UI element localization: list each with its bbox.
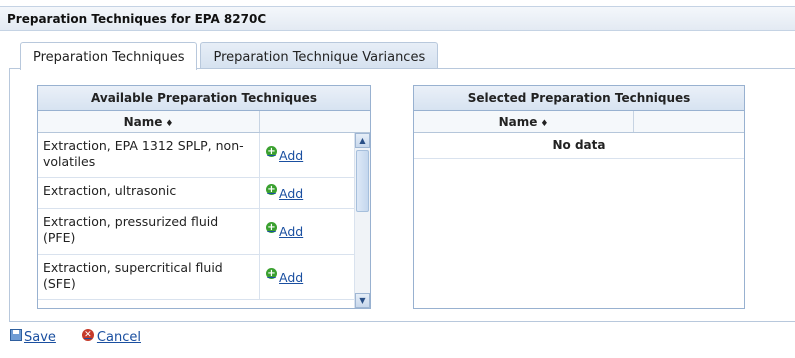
plus-circle-icon: + — [266, 267, 277, 279]
available-name-column-header[interactable]: Name ♦ — [38, 111, 260, 132]
selected-grid: Selected Preparation Techniques Name ♦ No… — [413, 85, 745, 309]
row-action: + Add — [260, 255, 303, 299]
row-name: Extraction, EPA 1312 SPLP, non-volatiles — [38, 133, 260, 177]
chevron-down-icon[interactable]: ▼ — [355, 293, 370, 308]
add-link[interactable]: + Add — [266, 267, 304, 285]
tab-preparation-technique-variances[interactable]: Preparation Technique Variances — [200, 42, 439, 69]
add-link[interactable]: + Add — [266, 222, 304, 239]
row-name: Extraction, pressurized fluid (PFE) — [38, 209, 260, 254]
cancel-button[interactable]: ✕ Cancel — [81, 328, 141, 345]
selected-action-column-header — [634, 111, 744, 132]
available-action-column-header — [260, 111, 370, 132]
table-row: Extraction, supercritical fluid (SFE) + A… — [38, 255, 370, 300]
column-header-label: Name — [123, 115, 163, 129]
tab-strip: Preparation Techniques Preparation Techn… — [20, 42, 441, 70]
available-rows: Extraction, EPA 1312 SPLP, non-volatiles… — [38, 133, 370, 308]
selected-grid-title: Selected Preparation Techniques — [414, 86, 744, 111]
table-row: Extraction, pressurized fluid (PFE) + Add — [38, 209, 370, 255]
tab-content: Available Preparation Techniques Name ♦ E… — [9, 68, 795, 322]
cancel-label: Cancel — [96, 330, 141, 345]
floppy-disk-icon — [10, 328, 22, 341]
save-label: Save — [24, 330, 56, 345]
table-row: Extraction, EPA 1312 SPLP, non-volatiles… — [38, 133, 370, 178]
sort-icon: ♦ — [540, 119, 549, 129]
add-link[interactable]: + Add — [266, 183, 304, 201]
x-circle-icon: ✕ — [81, 328, 94, 341]
tab-preparation-techniques[interactable]: Preparation Techniques — [20, 42, 198, 70]
chevron-up-icon[interactable]: ▲ — [355, 133, 370, 148]
window-title: Preparation Techniques for EPA 8270C — [0, 6, 795, 31]
selected-name-column-header[interactable]: Name ♦ — [414, 111, 634, 132]
empty-message: No data — [414, 133, 744, 159]
add-label: Add — [279, 185, 304, 201]
vertical-scrollbar[interactable]: ▲ ▼ — [354, 133, 370, 308]
row-action: + Add — [260, 133, 303, 177]
column-header-label: Name — [498, 115, 538, 129]
sort-icon: ♦ — [165, 119, 174, 129]
add-label: Add — [279, 269, 304, 285]
selected-grid-header: Name ♦ — [414, 111, 744, 133]
row-name: Extraction, ultrasonic — [38, 178, 260, 208]
footer-actions: Save ✕ Cancel — [10, 328, 167, 345]
add-label: Add — [279, 147, 304, 163]
tab-panel: Preparation Techniques Preparation Techn… — [9, 42, 795, 322]
add-link[interactable]: + Add — [266, 145, 304, 163]
plus-circle-icon: + — [266, 145, 277, 157]
save-button[interactable]: Save — [10, 328, 56, 345]
add-label: Add — [279, 224, 304, 239]
plus-circle-icon: + — [266, 183, 277, 195]
row-action: + Add — [260, 178, 303, 208]
table-row: Extraction, ultrasonic + Add — [38, 178, 370, 209]
available-grid-title: Available Preparation Techniques — [38, 86, 370, 111]
available-grid: Available Preparation Techniques Name ♦ E… — [37, 85, 371, 309]
available-grid-header: Name ♦ — [38, 111, 370, 133]
plus-circle-icon: + — [266, 222, 277, 233]
row-action: + Add — [260, 209, 303, 254]
scroll-thumb[interactable] — [356, 150, 369, 212]
row-name: Extraction, supercritical fluid (SFE) — [38, 255, 260, 299]
